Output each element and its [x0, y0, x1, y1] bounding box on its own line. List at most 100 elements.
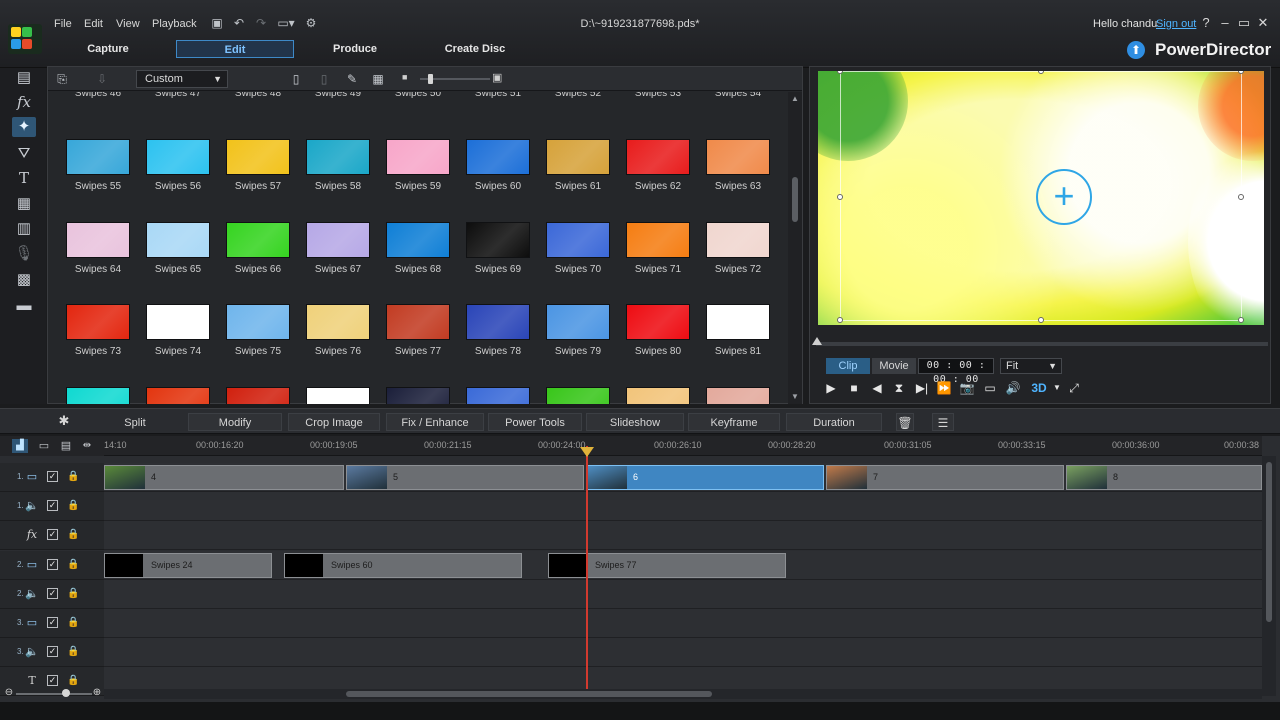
- title-room-icon[interactable]: T: [12, 168, 36, 188]
- fast-forward-icon[interactable]: ⏩: [935, 380, 953, 396]
- library-thumbnail[interactable]: [466, 222, 530, 258]
- track-lane[interactable]: [104, 521, 1262, 550]
- library-thumbnail[interactable]: [626, 222, 690, 258]
- resize-handle[interactable]: [1238, 317, 1244, 323]
- zoom-fit-select[interactable]: Fit ▼: [1000, 358, 1062, 374]
- aspect-ratio-icon[interactable]: ▭▾: [276, 16, 296, 30]
- preview-quality-icon[interactable]: ▭: [981, 380, 999, 396]
- undock-preview-icon[interactable]: ⤢: [1065, 380, 1083, 396]
- library-thumbnail[interactable]: [386, 139, 450, 175]
- storyboard-view-icon[interactable]: ▭: [36, 439, 52, 453]
- timeline-ruler[interactable]: 14:10 00:00:16:20 00:00:19:05 00:00:21:15 00…: [104, 436, 1262, 456]
- tab-produce[interactable]: Produce: [296, 40, 414, 58]
- thumbnail-size-slider[interactable]: ■ ▣: [400, 71, 510, 87]
- zoom-knob[interactable]: [62, 689, 70, 697]
- library-thumbnail[interactable]: [66, 387, 130, 404]
- track-enable-checkbox[interactable]: ✓: [47, 646, 58, 657]
- sign-out-link[interactable]: Sign out: [1156, 18, 1196, 30]
- movie-mode-button[interactable]: Movie: [872, 358, 916, 374]
- library-thumbnail[interactable]: [146, 387, 210, 404]
- tab-capture[interactable]: Capture: [49, 40, 167, 58]
- lock-icon[interactable]: 🔒: [67, 674, 79, 687]
- track-lane[interactable]: [104, 492, 1262, 521]
- track-enable-checkbox[interactable]: ✓: [47, 675, 58, 686]
- library-thumbnail[interactable]: [706, 222, 770, 258]
- resize-handle[interactable]: [837, 194, 843, 200]
- duration-button[interactable]: Duration: [786, 413, 882, 431]
- track-enable-checkbox[interactable]: ✓: [47, 529, 58, 540]
- library-thumbnail[interactable]: [226, 139, 290, 175]
- modify-button[interactable]: Modify: [188, 413, 282, 431]
- library-thumbnail[interactable]: [706, 304, 770, 340]
- split-marker-icon[interactable]: ⧗: [890, 380, 908, 396]
- track-lane[interactable]: 4 5 6 7 8: [104, 463, 1262, 492]
- track-lane[interactable]: [104, 609, 1262, 638]
- restore-button[interactable]: ▭: [1237, 16, 1251, 30]
- chapter-room-icon[interactable]: ▩: [12, 270, 36, 290]
- lock-icon[interactable]: 🔒: [67, 645, 79, 658]
- library-thumbnail[interactable]: [386, 387, 450, 404]
- upgrade-arrow-icon[interactable]: ⬆: [1127, 41, 1145, 59]
- minimize-button[interactable]: –: [1218, 16, 1232, 30]
- resize-handle[interactable]: [1038, 71, 1044, 74]
- video-clip[interactable]: 8: [1066, 465, 1262, 490]
- 3d-mode-toggle[interactable]: 3D: [1028, 380, 1050, 396]
- timeline-zoom-slider[interactable]: ⊖ ⊕: [0, 687, 104, 701]
- object-selection-box[interactable]: +: [837, 71, 1244, 323]
- video-clip[interactable]: 7: [826, 465, 1064, 490]
- pip-object-clip[interactable]: Swipes 24: [104, 553, 272, 578]
- library-thumbnail[interactable]: [706, 387, 770, 404]
- help-button[interactable]: ?: [1199, 16, 1213, 30]
- tools-settings-icon[interactable]: ✱: [56, 413, 72, 429]
- stop-icon[interactable]: ■: [845, 380, 863, 396]
- playhead-marker[interactable]: [580, 447, 594, 457]
- play-icon[interactable]: ▶: [822, 380, 840, 396]
- library-thumbnail[interactable]: [706, 139, 770, 175]
- track-lane[interactable]: [104, 580, 1262, 609]
- library-thumbnail[interactable]: [146, 139, 210, 175]
- power-tools-button[interactable]: Power Tools: [488, 413, 582, 431]
- library-thumbnail[interactable]: [466, 387, 530, 404]
- resize-handle[interactable]: [1238, 194, 1244, 200]
- track-enable-checkbox[interactable]: ✓: [47, 588, 58, 599]
- clip-list-icon[interactable]: ☰: [932, 413, 954, 431]
- library-thumbnail[interactable]: [546, 222, 610, 258]
- library-thumbnail[interactable]: [626, 304, 690, 340]
- library-thumbnail[interactable]: [226, 304, 290, 340]
- scroll-down-icon[interactable]: ▼: [790, 392, 800, 401]
- media-room-icon[interactable]: ▤: [12, 68, 36, 88]
- pip-object-clip[interactable]: Swipes 77: [548, 553, 786, 578]
- library-thumbnail[interactable]: [226, 222, 290, 258]
- save-icon[interactable]: ▣: [210, 16, 224, 30]
- track-enable-checkbox[interactable]: ✓: [47, 617, 58, 628]
- pen-edit-icon[interactable]: ✎: [344, 71, 360, 87]
- delete-trash-icon[interactable]: 🗑: [896, 413, 914, 431]
- slideshow-button[interactable]: Slideshow: [586, 413, 684, 431]
- slider-knob[interactable]: [428, 74, 433, 84]
- audio-mixing-room-icon[interactable]: ▥: [12, 219, 36, 239]
- timeline-horizontal-scrollbar[interactable]: [104, 689, 1262, 699]
- fit-timeline-icon[interactable]: ⇹: [80, 439, 94, 453]
- library-thumbnail[interactable]: [546, 139, 610, 175]
- menu-file[interactable]: File: [54, 18, 72, 30]
- library-thumbnail[interactable]: [146, 222, 210, 258]
- scroll-thumb[interactable]: [792, 177, 798, 222]
- library-thumbnail[interactable]: [466, 304, 530, 340]
- fix-enhance-button[interactable]: Fix / Enhance: [386, 413, 484, 431]
- download-icon[interactable]: ⇩: [94, 71, 110, 87]
- timeline-view-icon[interactable]: ▟: [12, 439, 28, 453]
- timecode-field[interactable]: 00 : 00 : 00 : 00: [918, 358, 994, 385]
- resize-handle[interactable]: [1038, 317, 1044, 323]
- tab-edit[interactable]: Edit: [176, 40, 294, 58]
- zoom-in-icon[interactable]: ⊕: [92, 688, 102, 698]
- tab-create-disc[interactable]: Create Disc: [416, 40, 534, 58]
- library-thumbnail[interactable]: [306, 387, 370, 404]
- move-center-plus-icon[interactable]: +: [1036, 169, 1092, 225]
- library-thumbnail[interactable]: [66, 304, 130, 340]
- library-thumbnail[interactable]: [386, 304, 450, 340]
- track-enable-checkbox[interactable]: ✓: [47, 471, 58, 482]
- lock-icon[interactable]: 🔒: [67, 587, 79, 600]
- library-thumbnail[interactable]: [66, 139, 130, 175]
- seek-knob[interactable]: [812, 337, 822, 345]
- library-thumbnail[interactable]: [66, 222, 130, 258]
